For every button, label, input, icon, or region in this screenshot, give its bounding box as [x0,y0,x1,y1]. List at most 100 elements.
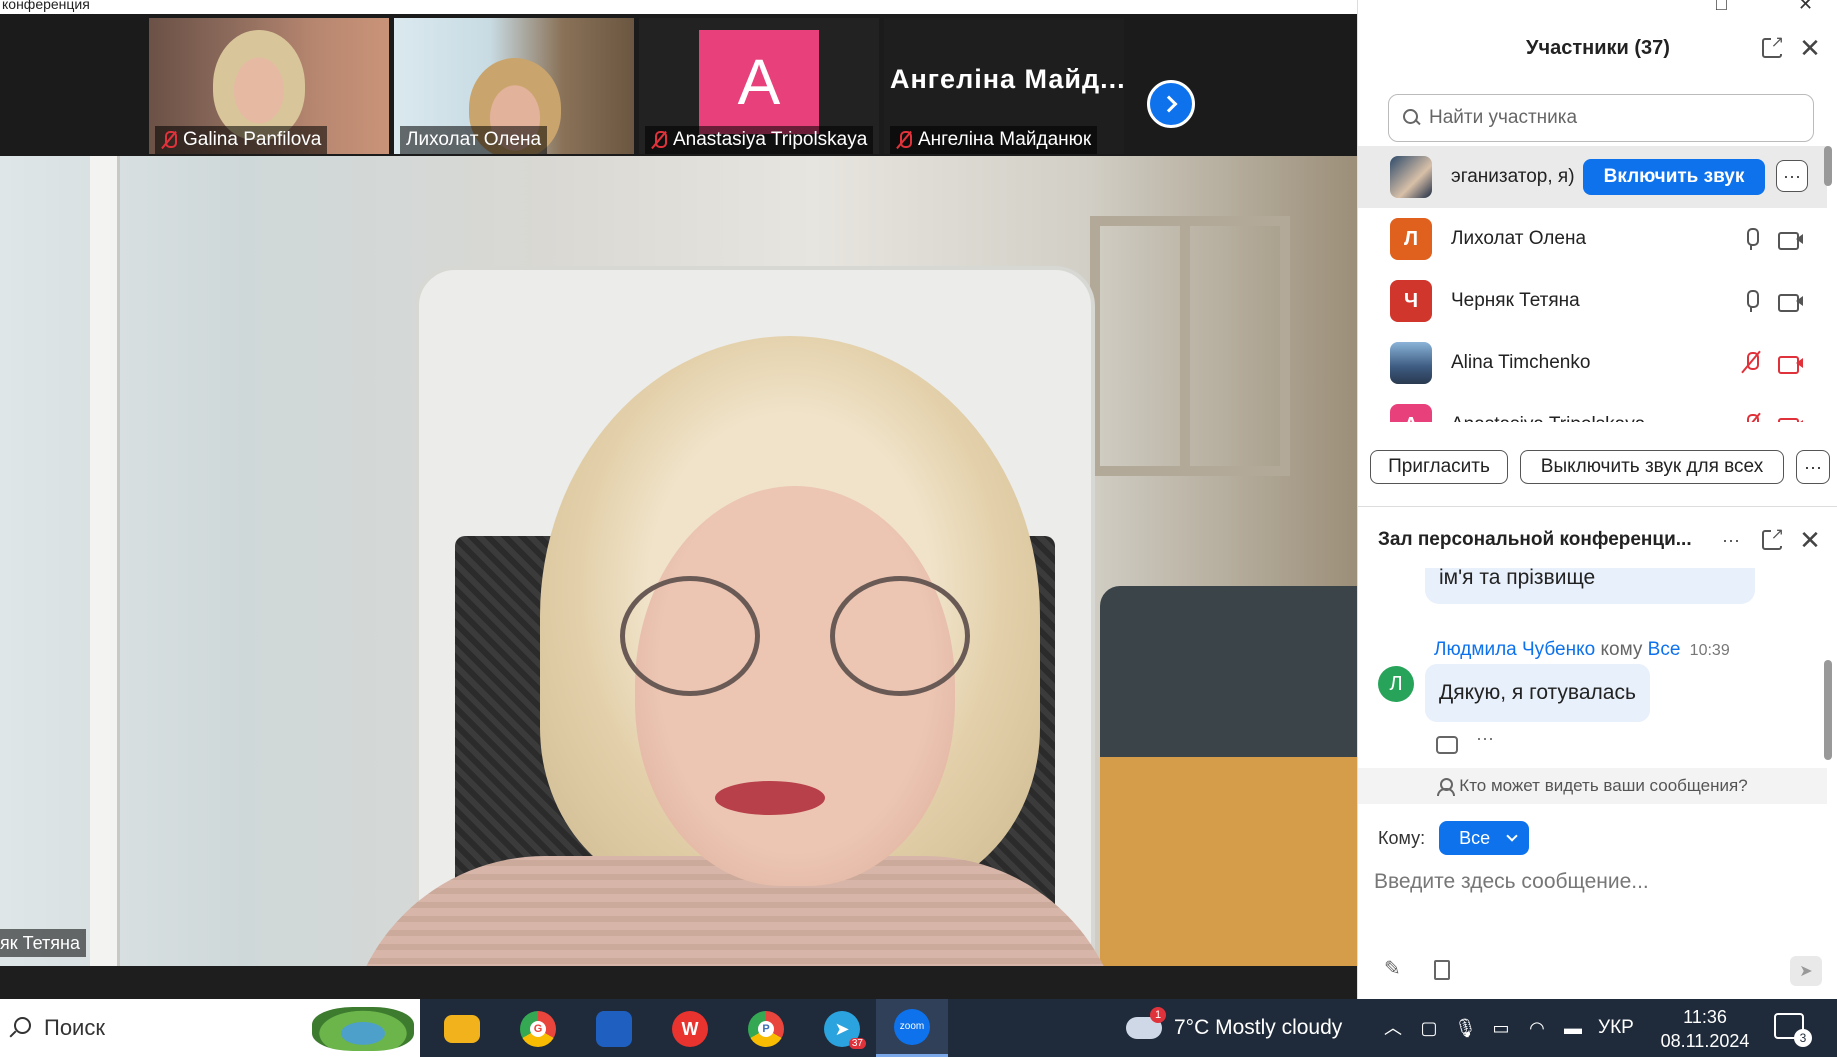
video-thumbnail[interactable]: Ангеліна Майд... Ангеліна Майданюк [884,18,1124,154]
taskbar-search[interactable]: Поиск [0,999,420,1057]
gallery-next-button[interactable] [1147,80,1195,128]
participant-video-feed [213,30,305,140]
search-icon [8,1017,31,1039]
wifi-icon[interactable]: ◠ [1526,1017,1548,1039]
meet-now-icon[interactable]: ▢ [1418,1017,1440,1039]
participant-search-input[interactable] [1429,107,1789,129]
microphone-muted-icon[interactable] [1744,414,1759,422]
popout-icon[interactable] [1762,524,1784,550]
save-app-icon[interactable] [592,1007,636,1051]
chat-message-text: ім'я та прізвище [1439,568,1596,589]
maximize-icon[interactable]: □ [1716,0,1727,14]
chat-scrollbar[interactable] [1824,660,1832,760]
camera-off-icon[interactable] [1778,416,1804,422]
recipient-dropdown[interactable]: Все [1439,821,1530,855]
people-icon [1437,778,1456,796]
speaker-image [715,781,825,815]
video-thumbnail[interactable]: A Anastasiya Tripolskaya [639,18,879,154]
weather-widget[interactable]: 1 7°C Mostly cloudy [1126,999,1342,1057]
telegram-icon[interactable]: ➤ 37 [820,1007,866,1051]
display-icon[interactable]: ▭ [1490,1017,1512,1039]
participants-more-button[interactable]: ··· [1796,450,1830,484]
speaker-image [830,576,970,696]
mic-muted-icon [896,130,912,150]
video-thumbnail[interactable]: Galina Panfilova [149,18,389,154]
notification-icon[interactable]: 3 [1774,1013,1812,1047]
participants-title: Участники (37) [1526,36,1670,59]
chevron-up-icon[interactable]: ︿ [1382,1017,1404,1039]
chat-message-input[interactable] [1374,864,1814,900]
taskbar-clock[interactable]: 11:36 08.11.2024 [1650,1005,1760,1053]
video-thumbnail[interactable]: Лихолат Олена [394,18,634,154]
battery-icon[interactable]: ▬ [1562,1017,1584,1039]
avatar: Л [1390,218,1432,260]
recipient-row: Кому: Все [1378,820,1530,856]
mic-muted-icon [161,130,177,150]
participant-row[interactable]: Ч Черняк Тетяна [1358,270,1827,332]
zoom-icon[interactable]: zoom [876,999,948,1057]
participant-name: Alina Timchenko [1451,352,1591,373]
reply-icon[interactable] [1436,736,1458,754]
chrome-icon[interactable]: G [516,1007,560,1051]
camera-icon[interactable] [1778,292,1804,312]
chat-message-text: Дякую, я готувалась [1439,681,1636,704]
participant-row[interactable]: Л Лихолат Олена [1358,208,1827,270]
participant-more-button[interactable]: ··· [1776,160,1808,192]
wps-office-icon[interactable]: W [668,1007,712,1051]
language-indicator[interactable]: УКР [1598,1017,1634,1039]
speaker-image [620,576,760,696]
thumbnail-name: Anastasiya Tripolskaya [673,129,868,150]
thumbnail-name-tag: Ангеліна Майданюк [890,126,1098,154]
recipient-value: Все [1459,827,1491,848]
active-speaker-name: як Тетяна [0,929,86,957]
file-explorer-icon[interactable] [440,1007,484,1051]
participant-name: эганизатор, я) [1451,166,1575,187]
microphone-muted-icon[interactable] [1744,352,1759,374]
unmute-button[interactable]: Включить звук [1583,159,1765,195]
participant-row[interactable]: эганизатор, я) Включить звук ··· [1358,146,1827,208]
participant-row[interactable]: A Anastasiya Tripolskaya [1358,394,1827,422]
microphone-icon[interactable] [1744,228,1759,250]
close-icon[interactable]: ✕ [1799,35,1821,61]
mute-all-button[interactable]: Выключить звук для всех [1520,450,1784,484]
chat-messages: ім'я та прізвище Людмила Чубенко кому Вс… [1358,568,1827,768]
send-icon[interactable]: ➤ [1790,956,1822,986]
gallery-strip: Galina Panfilova Лихолат Олена A Anastas… [0,14,1357,156]
system-tray: ︿ ▢ 🎙 ▭ ◠ ▬ УКР [1382,999,1634,1057]
chat-message-bubble[interactable]: ім'я та прізвище [1425,568,1755,604]
zoom-icon: zoom [894,1008,930,1045]
weather-badge: 1 [1150,1007,1166,1023]
thumbnail-name: Galina Panfilova [183,129,322,150]
microphone-icon[interactable]: 🎙 [1454,1017,1477,1039]
chrome-icon[interactable]: P [744,1007,788,1051]
visibility-text: Кто может видеть ваши сообщения? [1459,776,1748,795]
taskbar-search-text: Поиск [44,1015,105,1040]
file-icon[interactable] [1434,960,1450,980]
format-text-icon[interactable]: ✎ [1384,959,1404,979]
microphone-icon[interactable] [1744,290,1759,312]
recipient-label: Кому: [1378,827,1426,848]
message-more-icon[interactable]: ··· [1476,728,1494,749]
camera-icon[interactable] [1778,230,1804,250]
participant-search[interactable] [1388,94,1814,142]
message-to-word: кому [1600,639,1643,660]
message-sender[interactable]: Людмила Чубенко [1434,639,1595,660]
avatar: A [1390,404,1432,422]
close-icon[interactable]: ✕ [1798,0,1813,14]
notification-count: 3 [1794,1029,1812,1047]
mic-muted-icon [651,130,667,150]
chat-visibility-link[interactable]: Кто может видеть ваши сообщения? [1358,768,1827,804]
participant-list-scrollbar[interactable] [1824,146,1832,186]
clock-time: 11:36 [1683,1007,1727,1027]
invite-button[interactable]: Пригласить [1370,450,1508,484]
clock-date: 08.11.2024 [1660,1031,1750,1051]
desktop: конференция Galina Panfilova Лихолат Оле… [0,0,1837,1057]
chat-message-bubble[interactable]: Дякую, я готувалась [1425,664,1650,722]
participant-name: Лихолат Олена [1451,228,1587,249]
popout-icon[interactable] [1762,32,1784,58]
participant-row[interactable]: Alina Timchenko [1358,332,1827,394]
more-icon[interactable]: ··· [1720,529,1742,551]
camera-off-icon[interactable] [1778,354,1804,374]
close-icon[interactable]: ✕ [1799,527,1821,553]
active-speaker-video[interactable] [0,156,1357,966]
